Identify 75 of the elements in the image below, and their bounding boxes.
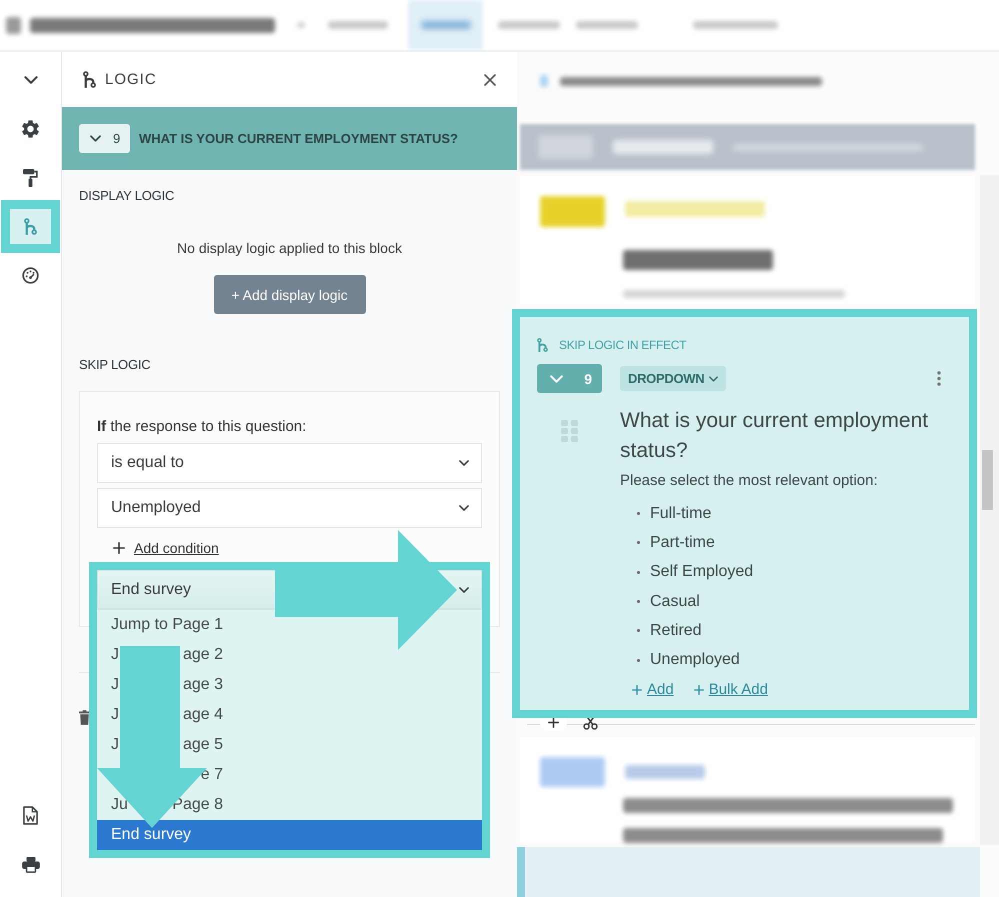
close-button[interactable] — [484, 74, 496, 86]
scissors-icon[interactable] — [583, 715, 598, 730]
answer-option: Retired — [650, 622, 702, 640]
branch-icon — [24, 218, 37, 235]
blurred-logo — [6, 16, 21, 34]
drag-handle-icon[interactable] — [561, 420, 578, 442]
block-title: WHAT IS YOUR CURRENT EMPLOYMENT STATUS? — [139, 131, 458, 146]
document-icon — [23, 806, 38, 825]
chevron-down-icon — [550, 374, 563, 382]
chevron-down-icon — [459, 505, 469, 511]
branch-icon — [537, 338, 548, 352]
answer-option: Casual — [650, 592, 700, 611]
close-icon — [484, 74, 496, 86]
answer-option: Self Employed — [650, 563, 754, 582]
skip-logic-notice: SKIP LOGIC IN EFFECT — [559, 338, 686, 352]
section-heading: SKIP LOGIC — [79, 357, 150, 373]
paint-roller-icon — [23, 168, 38, 186]
chevron-down-icon — [90, 135, 101, 142]
panel-title: LOGIC — [105, 71, 157, 88]
printer-icon — [22, 856, 40, 872]
section-heading: DISPLAY LOGIC — [79, 188, 174, 204]
dropdown-option[interactable]: End survey — [97, 820, 482, 850]
blurred-text — [576, 21, 638, 29]
condition-label: If the response to this question: — [97, 419, 306, 435]
bullet-icon — [637, 512, 640, 516]
gauge-icon — [22, 267, 39, 284]
plus-icon — [694, 684, 704, 695]
trash-icon[interactable] — [79, 710, 90, 725]
plus-icon — [632, 684, 642, 695]
scrollbar-thumb[interactable] — [982, 450, 993, 510]
option-text: Ju — [111, 796, 128, 814]
bullet-icon — [637, 570, 640, 574]
answer-option: Part-time — [650, 534, 715, 552]
collapse-toggle[interactable]: 9 — [79, 124, 130, 153]
bullet-icon — [637, 600, 640, 604]
blurred-text — [328, 21, 388, 29]
blurred-text — [420, 21, 470, 29]
plus-icon — [113, 542, 125, 554]
option-text: age 2 — [182, 646, 223, 664]
blurred-icon — [540, 75, 548, 87]
answer-select[interactable]: Unemployed — [97, 488, 482, 528]
operator-select[interactable]: is equal to — [97, 443, 482, 483]
question-description: Please select the most relevant option: — [620, 471, 879, 491]
question-type-dropdown[interactable]: DROPDOWN — [620, 366, 726, 391]
blurred-badge — [540, 196, 605, 227]
empty-message: No display logic applied to this block — [177, 240, 402, 256]
bullet-icon — [637, 541, 640, 544]
option-text: Jump to Page 1 — [111, 616, 224, 634]
answer-option: Full-time — [650, 504, 712, 523]
add-display-logic-button[interactable]: + Add display logic — [214, 275, 366, 314]
chevron-down-icon — [24, 76, 38, 84]
blurred-badge — [540, 756, 605, 787]
option-text: age 4 — [182, 706, 223, 724]
bullet-icon — [637, 658, 640, 662]
option-text: age 5 — [182, 736, 223, 754]
option-text: age 3 — [182, 676, 223, 694]
plus-icon — [548, 717, 559, 728]
blurred-text — [498, 21, 560, 29]
chevron-down-icon — [709, 376, 718, 382]
chevron-down-icon — [459, 460, 469, 466]
option-text: End survey — [111, 826, 192, 844]
add-condition-link[interactable]: Add condition — [113, 538, 219, 558]
bullet-icon — [637, 629, 640, 632]
gear-icon — [22, 120, 39, 138]
option-text: J — [111, 676, 119, 694]
option-text: J — [111, 646, 119, 664]
kebab-icon — [937, 371, 941, 386]
branch-icon — [83, 71, 96, 88]
blurred-icon — [297, 22, 305, 28]
chevron-down-icon — [459, 586, 469, 592]
more-button[interactable] — [924, 363, 954, 394]
option-text: J — [111, 706, 119, 724]
answer-option: Unemployed — [650, 651, 740, 670]
option-text: J — [111, 736, 119, 754]
question-title: What is your current employment status? — [620, 408, 930, 464]
